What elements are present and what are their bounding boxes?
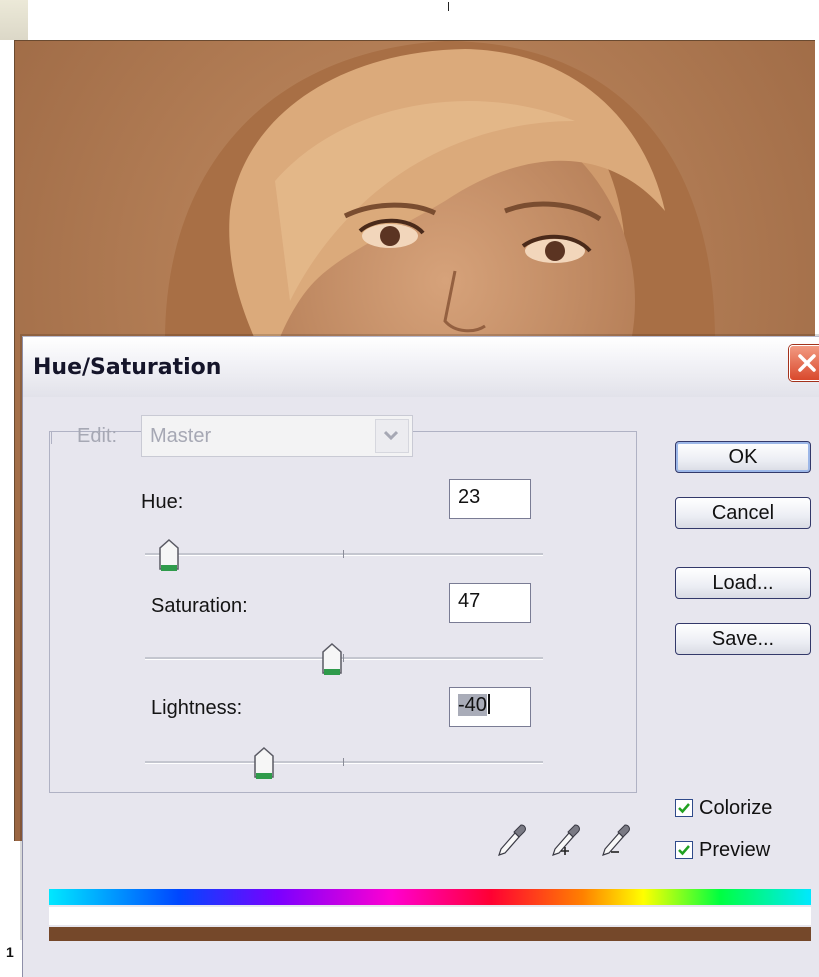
- spectrum-separator: [49, 907, 811, 925]
- edit-channel-select[interactable]: Master: [141, 415, 413, 457]
- ok-button[interactable]: OK: [675, 441, 811, 473]
- hue-label: Hue:: [141, 491, 184, 513]
- colorize-label: Colorize: [699, 797, 773, 819]
- ruler-tick: [448, 2, 449, 11]
- background-strip: [0, 0, 819, 40]
- eyedropper-minus-icon[interactable]: [597, 821, 633, 861]
- saturation-input[interactable]: 47: [449, 583, 531, 623]
- dropdown-arrow[interactable]: [375, 419, 409, 453]
- close-button[interactable]: [789, 345, 819, 381]
- edit-channel-value: Master: [150, 425, 212, 447]
- hue-value: 23: [458, 486, 481, 508]
- group-corner: [51, 431, 64, 444]
- lightness-slider-center-mark: [343, 758, 344, 766]
- hue-saturation-dialog: Hue/Saturation Edit: Master Hue: 23 Satu…: [22, 336, 819, 977]
- output-colorized-bar: [49, 927, 811, 941]
- lightness-slider-thumb[interactable]: [253, 747, 275, 781]
- save-button[interactable]: Save...: [675, 623, 811, 655]
- edit-label: Edit:: [77, 425, 118, 447]
- colorize-checkbox-box[interactable]: [675, 799, 693, 817]
- window-corner: [0, 0, 28, 40]
- lightness-input[interactable]: -40: [449, 687, 531, 727]
- eyedropper-plus-icon[interactable]: [547, 821, 583, 861]
- saturation-slider-track[interactable]: [145, 654, 543, 662]
- input-hue-spectrum: [49, 889, 811, 905]
- checkmark-icon: [678, 845, 690, 856]
- dialog-title: Hue/Saturation: [33, 355, 222, 380]
- lightness-value-selected: -40: [458, 694, 487, 716]
- preview-label: Preview: [699, 839, 771, 861]
- hue-input[interactable]: 23: [449, 479, 531, 519]
- hue-slider-center-mark: [343, 550, 344, 558]
- preview-checkbox-box[interactable]: [675, 841, 693, 859]
- saturation-slider-thumb[interactable]: [321, 643, 343, 677]
- left-edge: 1: [0, 940, 22, 975]
- lightness-label: Lightness:: [151, 697, 243, 719]
- text-caret: [487, 694, 490, 714]
- chevron-down-icon: [384, 430, 398, 440]
- checkmark-icon: [678, 803, 690, 814]
- saturation-value: 47: [458, 590, 481, 612]
- cancel-button[interactable]: Cancel: [675, 497, 811, 529]
- hue-slider-thumb[interactable]: [158, 539, 180, 573]
- title-bar[interactable]: Hue/Saturation: [23, 337, 819, 397]
- saturation-slider-center-mark: [343, 654, 344, 662]
- eyedropper-icon[interactable]: [493, 821, 529, 861]
- adjustment-group: [49, 431, 637, 793]
- hue-slider-track[interactable]: [145, 550, 543, 558]
- edge-mark: 1: [6, 944, 14, 960]
- load-button[interactable]: Load...: [675, 567, 811, 599]
- saturation-label: Saturation:: [151, 595, 248, 617]
- lightness-slider-track[interactable]: [145, 758, 543, 766]
- close-icon: [798, 354, 816, 372]
